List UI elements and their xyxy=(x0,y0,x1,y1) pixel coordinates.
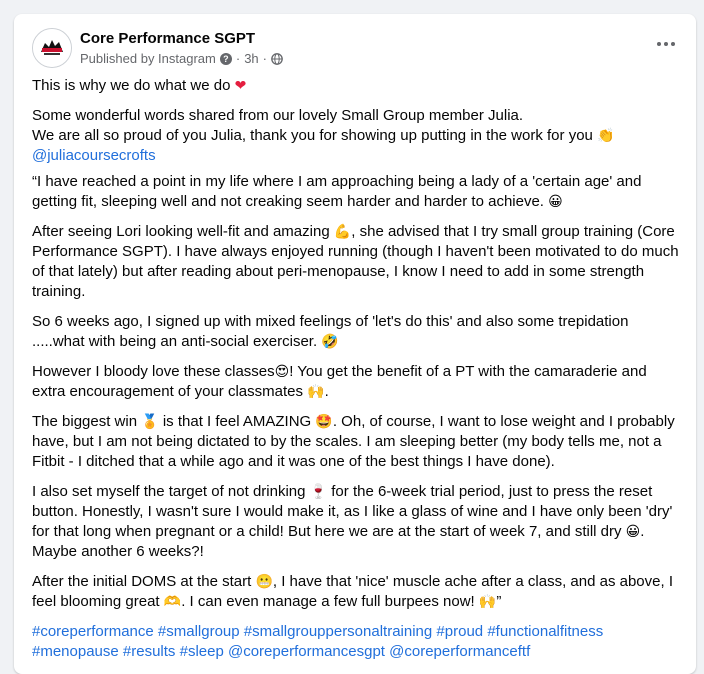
post-time[interactable]: 3h xyxy=(244,51,258,66)
text: . I can even manage a few full burpees n… xyxy=(181,593,475,610)
muscle-emoji: 💪 xyxy=(333,224,352,240)
text: Some wonderful words shared from our lov… xyxy=(32,107,524,124)
paragraph-8: I also set myself the target of not drin… xyxy=(32,482,684,562)
wine-emoji: 🍷 xyxy=(309,484,328,500)
mention-coreperformancesgpt[interactable]: @coreperformancesgpt xyxy=(228,643,385,660)
paragraph-9: After the initial DOMS at the start 😬, I… xyxy=(32,572,684,612)
paragraph-6: However I bloody love these classes😍! Yo… xyxy=(32,362,684,402)
text: The biggest win xyxy=(32,413,138,430)
paragraph-4: After seeing Lori looking well-fit and a… xyxy=(32,222,684,302)
medal-emoji: 🏅 xyxy=(141,414,159,430)
post-header: Core Performance SGPT Published by Insta… xyxy=(14,14,696,78)
logo-icon xyxy=(33,29,71,67)
text: . xyxy=(324,383,329,400)
hashtag[interactable]: #smallgrouppersonaltraining xyxy=(244,623,432,640)
heart-hands-emoji: 🫶 xyxy=(163,594,182,610)
paragraph-7: The biggest win 🏅 is that I feel AMAZING… xyxy=(32,412,684,472)
hashtag[interactable]: #functionalfitness xyxy=(487,623,603,640)
text: However I bloody love these classes xyxy=(32,363,275,380)
heart-emoji: ❤ xyxy=(234,78,247,94)
hashtag[interactable]: #proud xyxy=(436,623,483,640)
grimace-emoji: 😬 xyxy=(255,574,273,590)
text: is that I feel AMAZING xyxy=(162,413,312,430)
grin-emoji: 😀 xyxy=(548,194,563,210)
text: After seeing Lori looking well-fit and a… xyxy=(32,223,330,240)
raised-hands-emoji-2: 🙌 xyxy=(478,594,497,610)
text: ” xyxy=(496,593,502,610)
clap-emoji: 👏 xyxy=(597,128,615,144)
more-options-icon[interactable] xyxy=(652,34,680,54)
post-meta: Published by Instagram ? · 3h · xyxy=(80,51,283,66)
mention-coreperformanceftf[interactable]: @coreperformanceftf xyxy=(389,643,530,660)
hashtag[interactable]: #sleep xyxy=(180,643,224,660)
raised-hands-emoji: 🙌 xyxy=(307,384,325,400)
globe-icon[interactable] xyxy=(271,52,283,65)
published-by: Published by Instagram xyxy=(80,51,216,66)
text: We are all so proud of you Julia, thank … xyxy=(32,127,593,144)
rofl-emoji: 🤣 xyxy=(321,334,339,350)
hashtag[interactable]: #menopause xyxy=(32,643,119,660)
paragraph-3: “I have reached a point in my life where… xyxy=(32,172,684,212)
paragraph-2: Some wonderful words shared from our lov… xyxy=(32,106,684,166)
hashtags: #coreperformance #smallgroup #smallgroup… xyxy=(32,622,684,662)
paragraph-1: This is why we do what we do ❤ xyxy=(32,76,684,96)
post-card: Core Performance SGPT Published by Insta… xyxy=(14,14,696,674)
meta-dot: · xyxy=(235,51,241,66)
text: This is why we do what we do xyxy=(32,77,231,94)
hashtag[interactable]: #results xyxy=(123,643,176,660)
page-name[interactable]: Core Performance SGPT xyxy=(80,30,255,47)
text: I also set myself the target of not drin… xyxy=(32,483,306,500)
text: After the initial DOMS at the start xyxy=(32,573,252,590)
hashtag[interactable]: #coreperformance xyxy=(32,623,154,640)
mention-julia[interactable]: @juliacoursecrofts xyxy=(32,147,156,164)
hashtag[interactable]: #smallgroup xyxy=(158,623,240,640)
paragraph-5: So 6 weeks ago, I signed up with mixed f… xyxy=(32,312,684,352)
post-body: This is why we do what we do ❤ Some wond… xyxy=(32,76,684,672)
meta-dot-2: · xyxy=(262,51,268,66)
star-struck-emoji: 🤩 xyxy=(315,414,333,430)
grin-emoji-2: 😀 xyxy=(625,524,641,540)
page-avatar[interactable] xyxy=(32,28,72,68)
question-icon[interactable]: ? xyxy=(219,52,232,65)
heart-eyes-emoji: 😍 xyxy=(274,364,290,380)
